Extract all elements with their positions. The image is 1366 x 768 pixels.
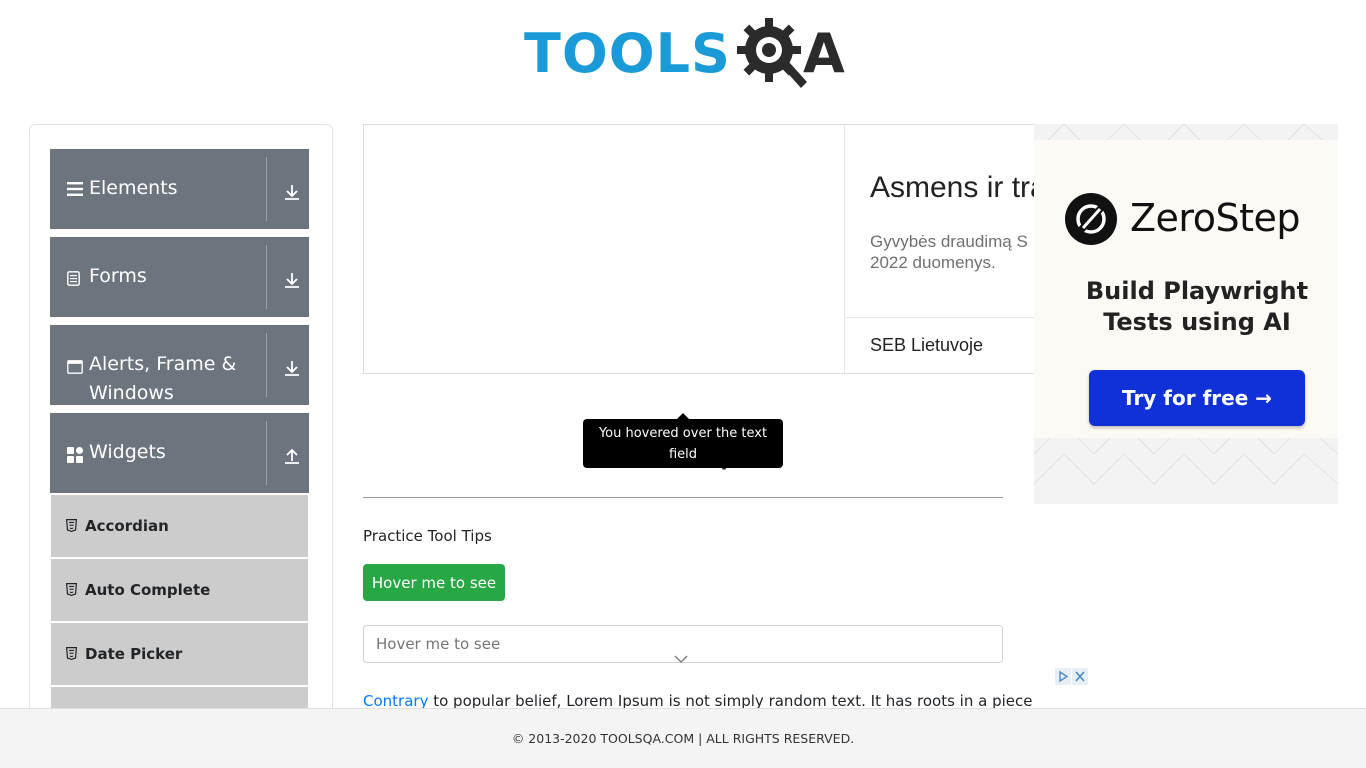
html5-icon: [66, 647, 77, 660]
sidebar-group-forms[interactable]: Forms: [50, 237, 309, 317]
sidebar-group-elements[interactable]: Elements: [50, 149, 309, 229]
logo-tools-text: TOOLS: [524, 22, 731, 85]
sidebar-group-label: Elements: [89, 177, 178, 199]
sidebar-item-auto-complete[interactable]: Auto Complete: [51, 559, 308, 621]
sidebar: Elements Forms Alerts, Frame & Windows W…: [29, 124, 333, 724]
zerostep-brand: ZeroStep: [1130, 196, 1300, 240]
ad-advertiser[interactable]: SEB Lietuvoje: [870, 335, 983, 356]
zerostep-logo-icon: [1065, 193, 1117, 245]
try-for-free-button[interactable]: Try for free →: [1089, 370, 1305, 426]
ad-banner[interactable]: Asmens ir tra Gyvybės draudimą S 2022 du…: [363, 124, 1036, 375]
divider: [266, 245, 267, 309]
practice-label: Practice Tool Tips: [363, 527, 492, 545]
sidebar-item-label: Accordian: [85, 517, 169, 535]
footer: © 2013-2020 TOOLSQA.COM | ALL RIGHTS RES…: [0, 708, 1366, 768]
sidebar-group-label-line2: Windows: [89, 382, 174, 404]
zerostep-ad[interactable]: ZeroStep Build Playwright Tests using AI…: [1034, 124, 1338, 504]
hover-me-button[interactable]: Hover me to see: [363, 564, 505, 601]
html5-icon: [66, 583, 77, 596]
download-arrow-icon[interactable]: [283, 183, 301, 201]
download-arrow-icon[interactable]: [283, 271, 301, 289]
header: TOOLS A: [0, 0, 1366, 110]
sidebar-group-alerts-frame-windows[interactable]: Alerts, Frame & Windows: [50, 325, 309, 405]
upload-arrow-icon[interactable]: [283, 447, 301, 465]
sidebar-group-label: Alerts, Frame &: [89, 353, 237, 375]
sidebar-item-date-picker[interactable]: Date Picker: [51, 623, 308, 685]
html5-icon: [66, 519, 77, 532]
sidebar-item-label: Date Picker: [85, 645, 183, 663]
zerostep-tagline: Build Playwright Tests using AI: [1085, 277, 1309, 336]
grid-icon: [67, 447, 83, 463]
ad-title[interactable]: Asmens ir tra: [870, 171, 1036, 205]
gear-magnifier-icon: [736, 18, 807, 88]
tooltip: You hovered over the text field: [583, 419, 783, 468]
ad-image-area: [364, 125, 845, 373]
window-icon: [67, 360, 83, 374]
sidebar-group-widgets[interactable]: Widgets: [50, 413, 309, 493]
logo-a-text: A: [802, 22, 845, 85]
sidebar-group-label: Widgets: [89, 441, 166, 463]
ad-description: Gyvybės draudimą S 2022 duomenys.: [870, 232, 1028, 272]
hamburger-icon: [67, 182, 83, 196]
zerostep-card: ZeroStep Build Playwright Tests using AI…: [1034, 140, 1338, 438]
toolsqa-logo[interactable]: TOOLS A: [524, 14, 845, 94]
sidebar-item-label: Auto Complete: [85, 581, 211, 599]
divider: [266, 157, 267, 221]
divider: [266, 421, 267, 485]
adchoices-icon[interactable]: [1055, 668, 1088, 685]
copyright-text: © 2013-2020 TOOLSQA.COM | ALL RIGHTS RES…: [511, 731, 855, 746]
divider: [846, 317, 1036, 318]
divider: [363, 497, 1003, 498]
document-icon: [67, 271, 80, 286]
chevron-down-icon: [674, 655, 688, 663]
sidebar-item-accordian[interactable]: Accordian: [51, 495, 308, 557]
download-arrow-icon[interactable]: [283, 359, 301, 377]
ad-banner-clip: Asmens ir tra Gyvybės draudimą S 2022 du…: [364, 125, 1036, 375]
divider: [266, 333, 267, 397]
sidebar-group-label: Forms: [89, 265, 147, 287]
